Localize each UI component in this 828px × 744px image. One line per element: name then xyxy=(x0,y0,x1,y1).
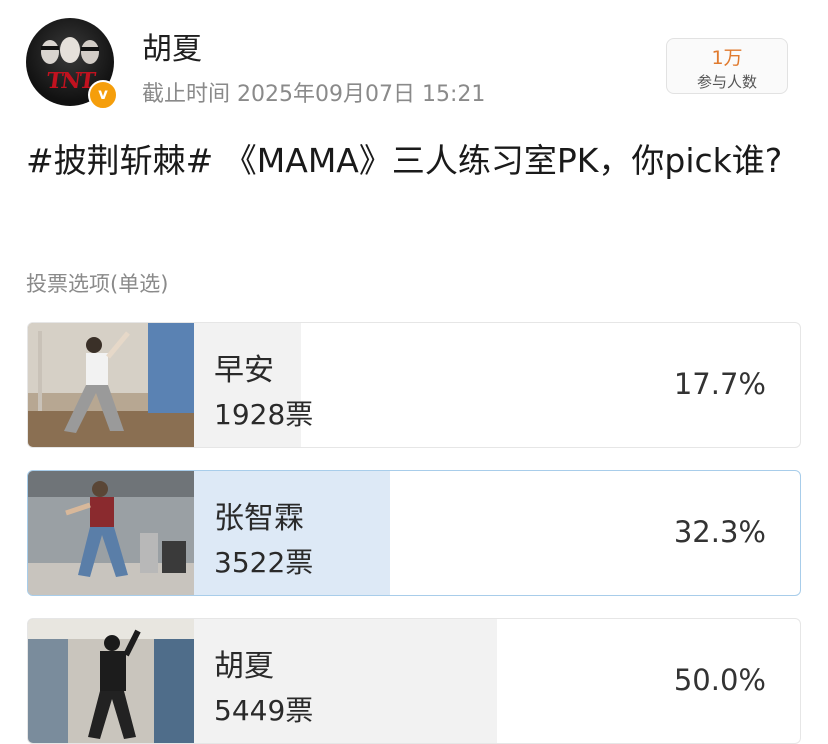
poll-option-name: 胡夏 xyxy=(214,649,274,684)
username[interactable]: 胡夏 xyxy=(142,24,202,68)
poll-option-thumbnail xyxy=(28,619,194,743)
poll-option-percent: 50.0% xyxy=(673,663,766,697)
poll-option-thumbnail xyxy=(28,471,194,595)
poll-option-3[interactable]: 胡夏 5449票 50.0% xyxy=(27,618,801,744)
verified-badge-icon: v xyxy=(88,80,118,110)
poll-option-votes: 1928票 xyxy=(214,398,314,431)
poll-option-votes: 3522票 xyxy=(214,546,314,579)
poll-type-label: 投票选项(单选) xyxy=(26,272,169,296)
poll-option-name: 早安 xyxy=(214,353,274,388)
poll-option-1[interactable]: 早安 1928票 17.7% xyxy=(27,322,801,448)
poll-option-percent: 17.7% xyxy=(673,367,766,401)
poll-option-name: 张智霖 xyxy=(214,501,304,536)
participants-count: 1万 xyxy=(711,47,743,69)
poll-option-percent: 32.3% xyxy=(673,515,766,549)
participants-badge: 1万 参与人数 xyxy=(666,38,788,94)
poll-option-2[interactable]: 张智霖 3522票 32.3% xyxy=(27,470,801,596)
poll-option-votes: 5449票 xyxy=(214,694,314,727)
poll-option-thumbnail xyxy=(28,323,194,447)
poll-question: #披荆斩棘# 《MAMA》三人练习室PK，你pick谁? xyxy=(26,141,783,180)
poll-deadline: 截止时间 2025年09月07日 15:21 xyxy=(142,82,486,107)
participants-label: 参与人数 xyxy=(696,73,757,91)
post-header: TNT v 胡夏 截止时间 2025年09月07日 15:21 1万 参与人数 xyxy=(26,18,802,114)
